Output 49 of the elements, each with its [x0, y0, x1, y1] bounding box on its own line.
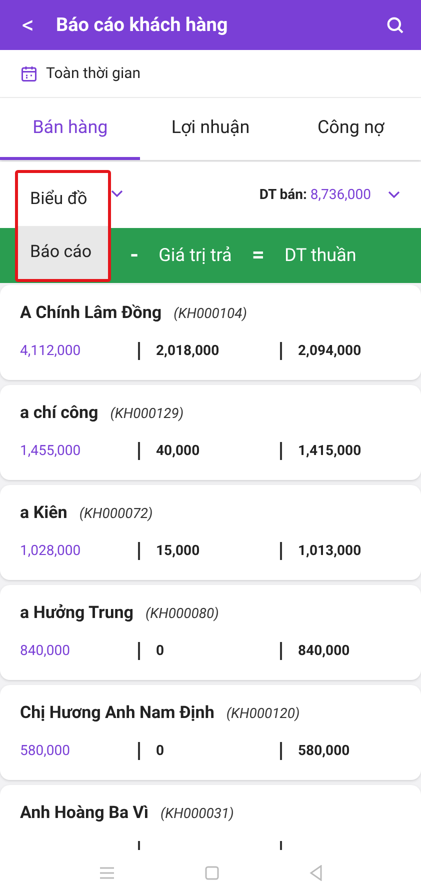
customer-code: (KH000072)	[79, 505, 153, 524]
returns-value: 0	[156, 642, 166, 660]
date-label: Toàn thời gian	[46, 63, 141, 84]
customer-code: (KH000120)	[226, 705, 300, 724]
customer-code: (KH000129)	[110, 405, 184, 424]
customer-name: Anh Hoàng Ba Vì	[20, 802, 149, 825]
sales-value: 4,112,000	[20, 342, 82, 360]
net-value: 840,000	[298, 642, 350, 660]
sales-value: 1,455,000	[20, 442, 82, 460]
page-title: Báo cáo khách hàng	[56, 12, 229, 38]
returns-value: 15,000	[156, 542, 201, 560]
returns-value: 40,000	[156, 442, 201, 460]
operator-sign: -	[130, 242, 139, 270]
net-value: 1,013,000	[298, 542, 362, 560]
sales-total: DT bán: 8,736,000	[259, 186, 371, 204]
returns-value: 0	[156, 742, 166, 760]
customer-name: Chị Hương Anh Nam Định	[20, 702, 214, 725]
formula-label: Giá trị trả	[158, 244, 232, 268]
net-value: 580,000	[298, 742, 350, 760]
tab[interactable]: Công nợ	[280, 98, 421, 160]
net-value: 2,094,000	[298, 342, 362, 360]
customer-code: (KH000104)	[174, 305, 247, 324]
caret-icon[interactable]	[387, 190, 401, 200]
customer-card[interactable]: a chí công (KH000129) 1,455,000 40,000 1,415,000	[0, 385, 421, 480]
sales-value: 1,028,000	[20, 542, 82, 560]
operator-sign: =	[252, 242, 264, 270]
returns-value: 2,018,000	[156, 342, 220, 360]
net-value: 1,415,000	[298, 442, 362, 460]
customer-code: (KH000031)	[160, 805, 234, 824]
customer-card[interactable]: a Kiên (KH000072) 1,028,000 15,000 1,013,000	[0, 485, 421, 580]
calendar-icon	[20, 64, 38, 82]
customer-name: A Chính Lâm Đồng	[20, 302, 162, 325]
caret-icon[interactable]	[110, 189, 124, 199]
customer-card[interactable]: Chị Hương Anh Nam Định (KH000120) 580,000 0 580,000	[0, 685, 421, 780]
customer-code: (KH000080)	[146, 605, 219, 624]
menu-item[interactable]: Báo cáo	[18, 226, 108, 279]
formula-label: DT thuần	[284, 244, 356, 268]
customer-name: a Hưởng Trung	[20, 602, 134, 625]
sales-value: 580,000	[20, 742, 71, 760]
customer-name: a chí công	[20, 402, 98, 425]
customer-name: a Kiên	[20, 502, 68, 525]
search-icon[interactable]	[385, 15, 405, 35]
customer-card[interactable]: A Chính Lâm Đồng (KH000104) 4,112,000 2,018,000 2,094,000	[0, 285, 421, 380]
customer-card[interactable]: a Hưởng Trung (KH000080) 840,000 0 840,000	[0, 585, 421, 680]
customer-card[interactable]: Anh Hoàng Ba Vì (KH000031)	[0, 785, 421, 850]
sales-value: 840,000	[20, 642, 71, 660]
tab[interactable]: Lợi nhuận	[140, 98, 281, 160]
back-button[interactable]: <	[16, 13, 40, 37]
date-filter[interactable]: Toàn thời gian	[0, 50, 421, 98]
